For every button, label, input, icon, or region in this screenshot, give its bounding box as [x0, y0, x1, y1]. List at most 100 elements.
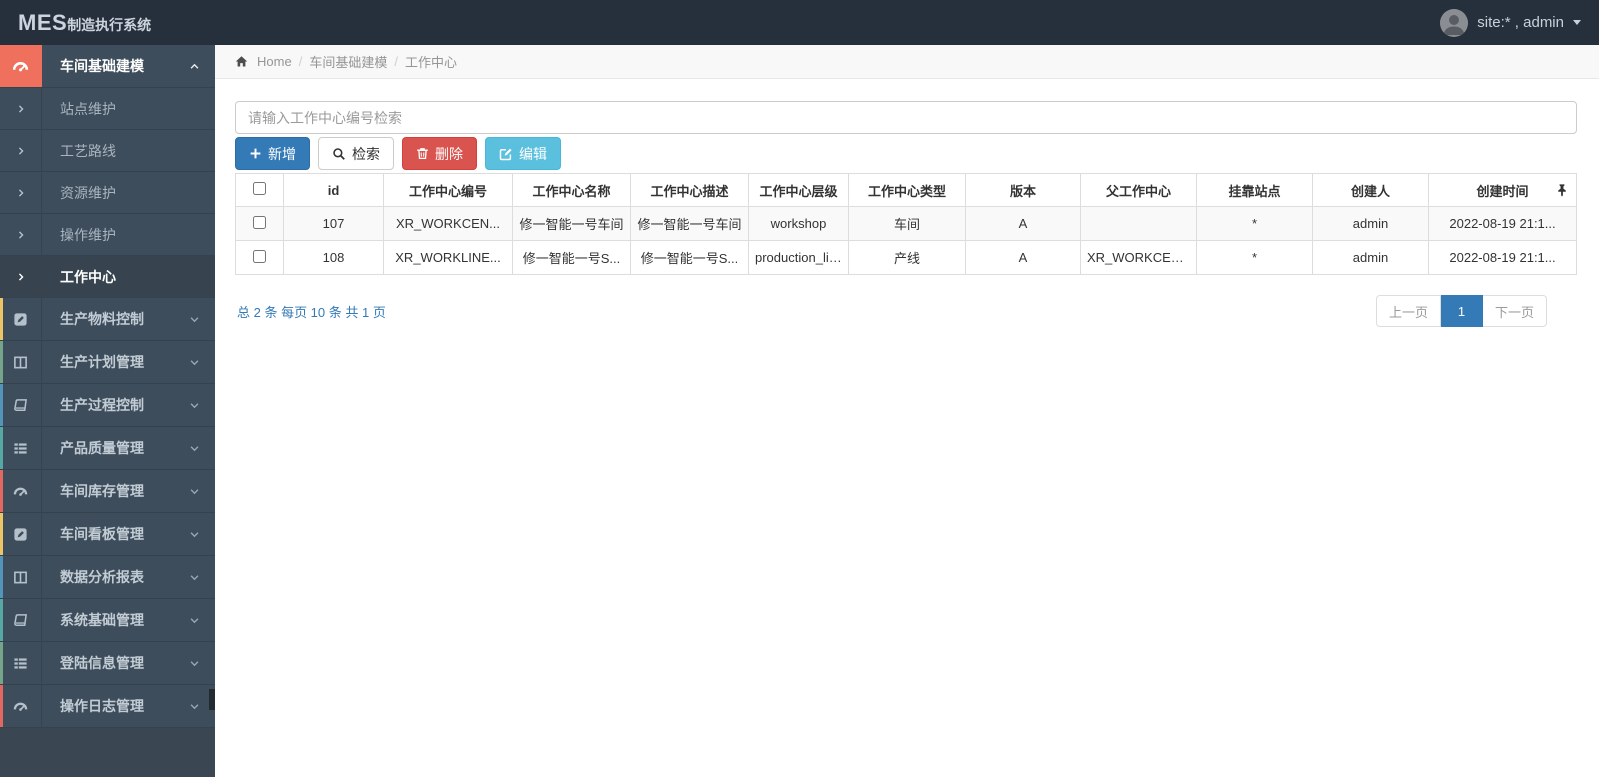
th-list-icon: [0, 427, 42, 469]
stripe: [0, 384, 3, 426]
sidebar-subitem-label: 工作中心: [60, 268, 116, 285]
edit-button[interactable]: 编辑: [485, 137, 561, 170]
chevron-down-icon: [189, 486, 200, 497]
tachometer-icon: [0, 45, 42, 87]
stripe: [0, 599, 3, 641]
columns-icon: [0, 341, 42, 383]
cell-name: 修一智能一号车间: [512, 206, 631, 241]
chevron-down-icon: [189, 357, 200, 368]
cell-level: production_line: [748, 240, 849, 275]
sidebar-item-label: 生产物料控制: [60, 311, 144, 327]
select-all-checkbox[interactable]: [253, 182, 266, 195]
chevron-right-icon: [0, 172, 42, 213]
brand-subtitle: 制造执行系统: [67, 16, 152, 33]
stripe: [0, 513, 3, 555]
table-row[interactable]: 107 XR_WORKCEN... 修一智能一号车间 修一智能一号车间 work…: [235, 206, 1577, 241]
chevron-down-icon: [189, 701, 200, 712]
sidebar-subitem-label: 操作维护: [60, 226, 116, 243]
plus-icon: [249, 147, 262, 160]
sidebar-subitem-label: 资源维护: [60, 184, 116, 201]
sidebar-item-operation-log-management[interactable]: 操作日志管理: [0, 685, 215, 728]
stripe: [0, 556, 3, 598]
stripe: [0, 642, 3, 684]
row-checkbox[interactable]: [253, 215, 266, 229]
sidebar-item-product-quality-management[interactable]: 产品质量管理: [0, 427, 215, 470]
sidebar-item-production-material-control[interactable]: 生产物料控制: [0, 298, 215, 341]
sidebar-item-label: 操作日志管理: [60, 698, 144, 714]
book-icon: [0, 384, 42, 426]
sidebar-item-login-info-management[interactable]: 登陆信息管理: [0, 642, 215, 685]
breadcrumb-separator: /: [298, 54, 303, 69]
page-1-button[interactable]: 1: [1440, 295, 1483, 327]
pin-icon[interactable]: [1557, 184, 1567, 197]
delete-button[interactable]: 删除: [402, 137, 477, 170]
cell-description: 修一智能一号S...: [630, 240, 749, 275]
chevron-right-icon: [0, 130, 42, 171]
column-header-description: 工作中心描述: [630, 173, 749, 207]
home-icon: [235, 55, 248, 68]
sidebar-item-workshop-kanban-management[interactable]: 车间看板管理: [0, 513, 215, 556]
sidebar-item-workshop-inventory-management[interactable]: 车间库存管理: [0, 470, 215, 513]
sidebar-item-workshop-modeling[interactable]: 车间基础建模: [0, 45, 215, 88]
cell-site: *: [1196, 240, 1313, 275]
pencil-square-icon: [0, 513, 42, 555]
column-header-version: 版本: [965, 173, 1081, 207]
sidebar-item-label: 生产过程控制: [60, 397, 144, 413]
search-button[interactable]: 检索: [318, 137, 394, 170]
chevron-right-icon: [0, 88, 42, 129]
sidebar-item-label: 系统基础管理: [60, 612, 144, 628]
cell-id: 107: [283, 206, 384, 241]
sidebar-subitem-work-center[interactable]: 工作中心: [0, 256, 215, 298]
user-menu[interactable]: site:* , admin: [1440, 8, 1581, 37]
sidebar-item-label: 登陆信息管理: [60, 655, 144, 671]
cell-creator: admin: [1312, 240, 1429, 275]
search-input[interactable]: [235, 101, 1577, 134]
user-avatar: [1440, 8, 1469, 37]
toolbar: 新增 检索 删除 编辑: [235, 137, 1577, 170]
pagination-bar: 总 2 条 每页 10 条 共 1 页 上一页 1 下一页: [235, 295, 1577, 327]
cell-code: XR_WORKLINE...: [383, 240, 513, 275]
trash-icon: [416, 147, 429, 160]
tachometer-icon: [0, 685, 42, 727]
pagination-summary: 总 2 条 每页 10 条 共 1 页: [237, 304, 386, 320]
sidebar-item-production-plan-management[interactable]: 生产计划管理: [0, 341, 215, 384]
sidebar-item-label: 车间基础建模: [60, 58, 144, 74]
sidebar-item-data-analysis-report[interactable]: 数据分析报表: [0, 556, 215, 599]
sidebar-subitem-process-route[interactable]: 工艺路线: [0, 130, 215, 172]
next-page-button[interactable]: 下一页: [1482, 295, 1547, 327]
sidebar-item-label: 数据分析报表: [60, 569, 144, 585]
cell-type: 车间: [848, 206, 966, 241]
sidebar-item-label: 车间看板管理: [60, 526, 144, 542]
brand-logo[interactable]: MES 制造执行系统: [18, 10, 151, 36]
sidebar-subitem-resource-maintenance[interactable]: 资源维护: [0, 172, 215, 214]
row-checkbox[interactable]: [253, 249, 266, 263]
sidebar-subitem-site-maintenance[interactable]: 站点维护: [0, 88, 215, 130]
sidebar-item-production-process-control[interactable]: 生产过程控制: [0, 384, 215, 427]
work-center-table: id 工作中心编号 工作中心名称 工作中心描述 工作中心层级 工作中心类型 版本…: [235, 173, 1577, 275]
stripe: [0, 427, 3, 469]
breadcrumb-level1[interactable]: 车间基础建模: [309, 52, 387, 71]
cell-site: *: [1196, 206, 1313, 241]
brand-mes: MES: [18, 9, 68, 35]
columns-icon: [0, 556, 42, 598]
prev-page-button[interactable]: 上一页: [1375, 295, 1441, 327]
edit-icon: [499, 147, 513, 161]
table-header-row: id 工作中心编号 工作中心名称 工作中心描述 工作中心层级 工作中心类型 版本…: [235, 173, 1577, 207]
chevron-up-icon: [189, 61, 200, 72]
header-checkbox-cell: [235, 173, 284, 207]
tachometer-icon: [0, 470, 42, 512]
pencil-square-icon: [0, 298, 42, 340]
column-header-level: 工作中心层级: [748, 173, 849, 207]
sidebar: 车间基础建模 站点维护 工艺路线 资源维护 操作维护 工作中心 生产物料控制 生…: [0, 45, 215, 777]
stripe: [0, 341, 3, 383]
sidebar-item-system-basic-management[interactable]: 系统基础管理: [0, 599, 215, 642]
breadcrumb-home[interactable]: Home: [257, 54, 292, 69]
add-button[interactable]: 新增: [235, 137, 310, 170]
sidebar-subitem-operation-maintenance[interactable]: 操作维护: [0, 214, 215, 256]
breadcrumb-separator: /: [394, 54, 398, 69]
sidebar-scrollbar-thumb[interactable]: [209, 689, 215, 710]
table-row[interactable]: 108 XR_WORKLINE... 修一智能一号S... 修一智能一号S...…: [235, 240, 1577, 275]
chevron-right-icon: [0, 256, 42, 297]
sidebar-item-label: 产品质量管理: [60, 440, 144, 456]
chevron-down-icon: [189, 615, 200, 626]
